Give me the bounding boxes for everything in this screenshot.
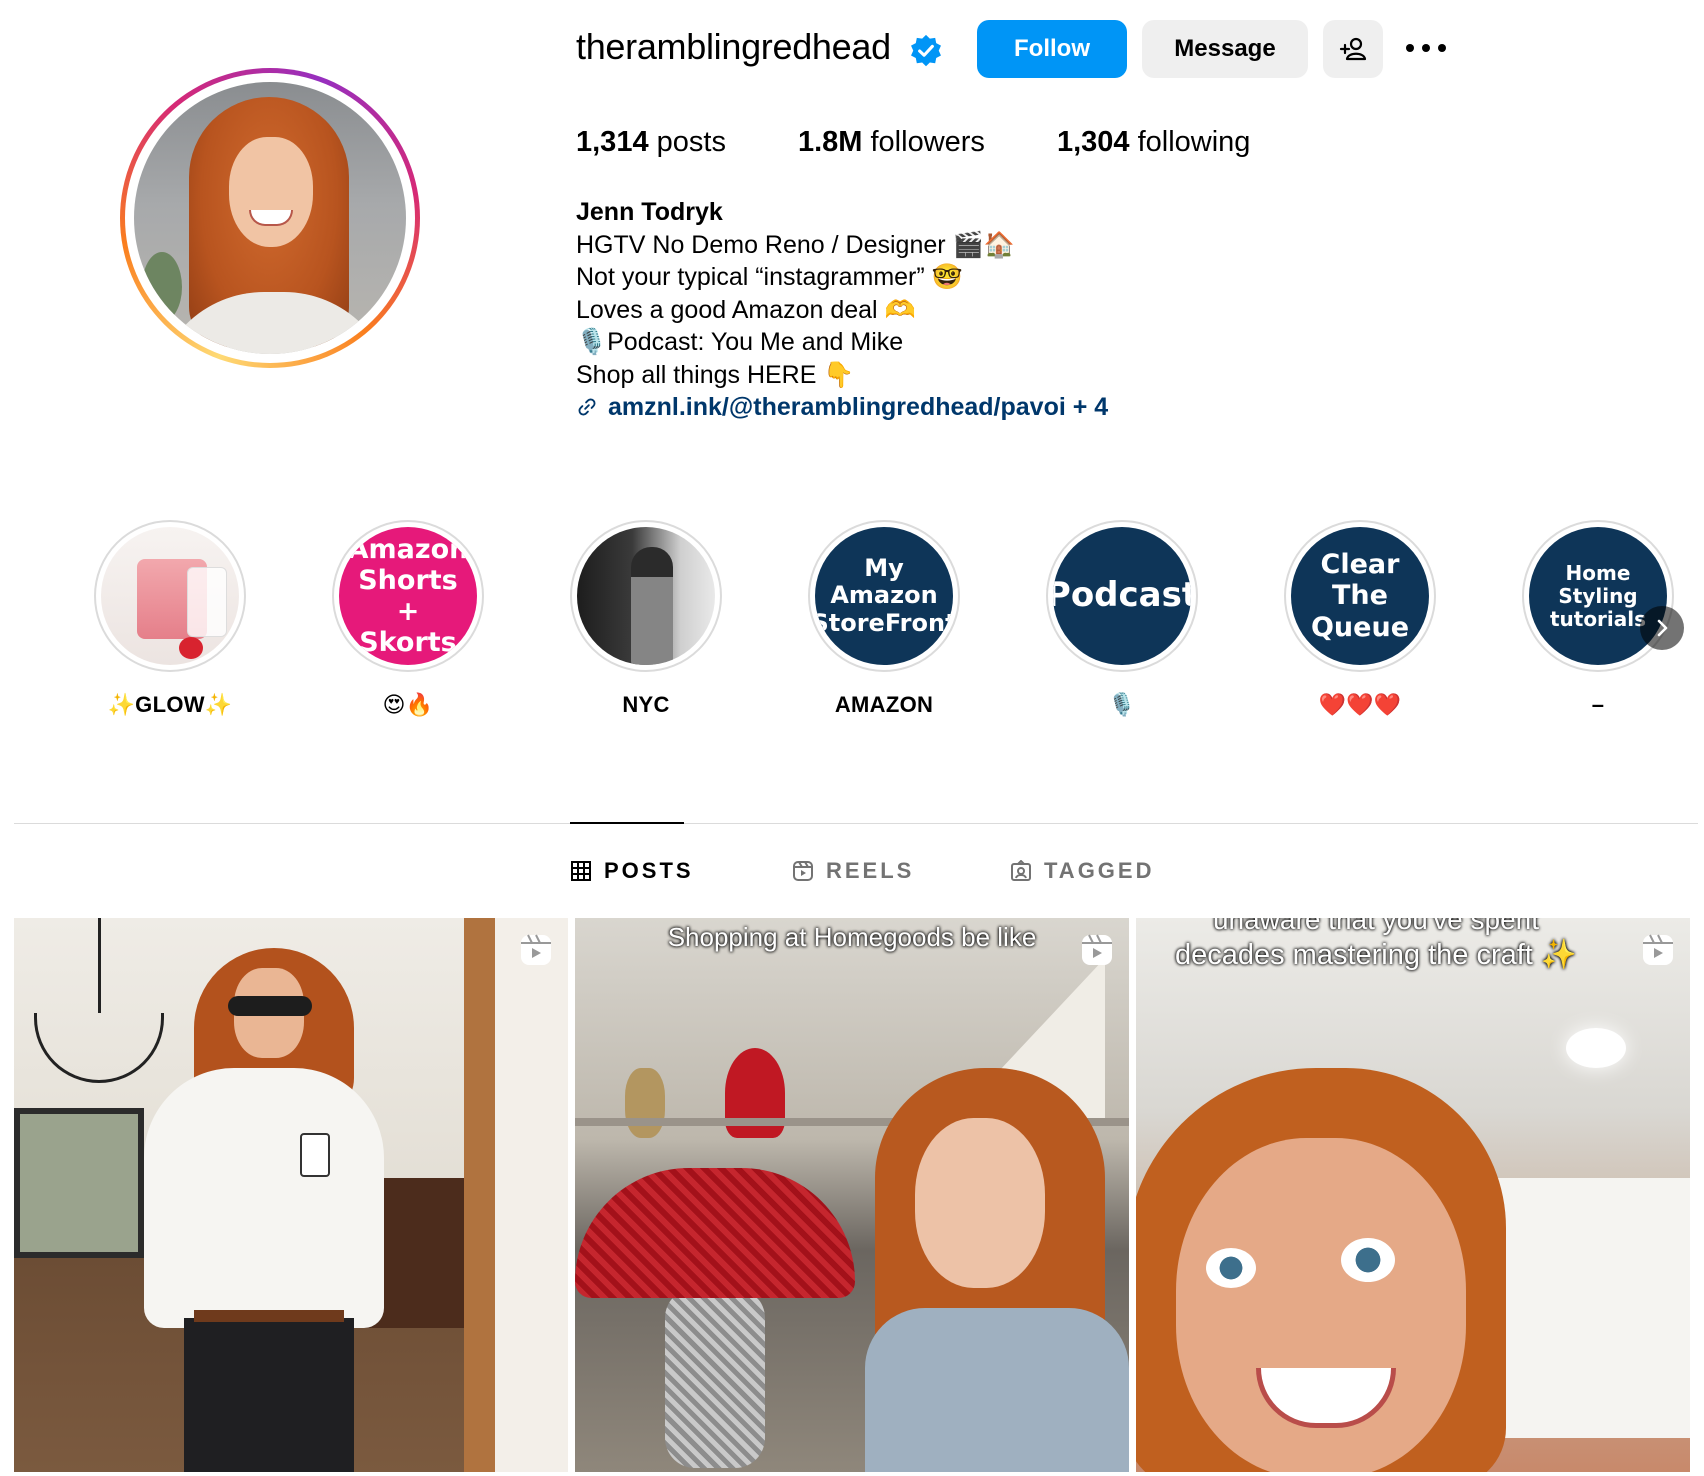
grid-icon bbox=[571, 861, 591, 881]
follow-button[interactable]: Follow bbox=[977, 20, 1127, 78]
highlight-label: AMAZON bbox=[834, 692, 934, 717]
bio-line: 🎙️Podcast: You Me and Mike bbox=[576, 328, 904, 356]
more-options-icon[interactable] bbox=[1406, 38, 1448, 58]
reel-icon bbox=[1082, 934, 1112, 965]
post-thumbnail[interactable]: Shopping at Homegoods be like bbox=[575, 918, 1129, 1472]
bio-line: Loves a good Amazon deal 🫶 bbox=[576, 295, 916, 324]
highlight-cover: Amazon Shorts + Skorts bbox=[339, 527, 477, 665]
highlight-shorts-skorts[interactable]: Amazon Shorts + Skorts 😍🔥 bbox=[328, 520, 488, 718]
tabs-divider bbox=[14, 823, 1698, 824]
tab-tagged[interactable]: TAGGED bbox=[1010, 858, 1154, 884]
highlight-cover bbox=[101, 527, 239, 665]
post-overlay-text-top: unaware that you've spent bbox=[1212, 918, 1539, 935]
tab-posts[interactable]: POSTS bbox=[570, 858, 694, 884]
followers-stat[interactable]: 1.8M followers bbox=[798, 126, 985, 159]
bio-line: Shop all things HERE 👇 bbox=[576, 360, 855, 389]
highlight-clear-the-queue[interactable]: Clear The Queue ❤️❤️❤️ bbox=[1280, 520, 1440, 718]
highlight-label: ✨GLOW✨ bbox=[107, 692, 233, 717]
tab-reels[interactable]: REELS bbox=[792, 858, 914, 884]
bio-link-text[interactable]: amznl.ink/@theramblingredhead/pavoi + 4 bbox=[608, 391, 1108, 424]
highlight-cover-text: Amazon Shorts + Skorts bbox=[347, 533, 469, 659]
reel-icon bbox=[1643, 934, 1673, 965]
tagged-icon bbox=[1011, 860, 1031, 881]
highlight-label: ❤️❤️❤️ bbox=[1318, 692, 1402, 717]
highlight-label: – bbox=[1591, 692, 1605, 717]
suggested-users-button[interactable] bbox=[1323, 20, 1383, 78]
highlight-cover-text: Clear The Queue bbox=[1310, 549, 1410, 643]
tab-posts-label: POSTS bbox=[604, 858, 694, 883]
highlight-nyc[interactable]: NYC bbox=[566, 520, 726, 718]
post-overlay-text: decades mastering the craft ✨ bbox=[1174, 939, 1578, 971]
highlight-cover: My Amazon StoreFront bbox=[815, 527, 953, 665]
posts-stat[interactable]: 1,314 posts bbox=[576, 126, 726, 159]
link-icon bbox=[578, 398, 596, 416]
highlight-cover-text: My Amazon StoreFront bbox=[815, 553, 953, 637]
avatar-photo bbox=[134, 82, 406, 354]
highlight-cover: Podcast bbox=[1053, 527, 1191, 665]
message-button[interactable]: Message bbox=[1142, 20, 1308, 78]
active-tab-indicator bbox=[570, 822, 684, 824]
highlight-glow[interactable]: ✨GLOW✨ bbox=[90, 520, 250, 718]
reel-icon bbox=[521, 934, 551, 965]
highlight-podcast[interactable]: Podcast 🎙️ bbox=[1042, 520, 1202, 718]
bio-line: Not your typical “instagrammer” 🤓 bbox=[576, 263, 963, 291]
tab-reels-label: REELS bbox=[826, 858, 915, 883]
chevron-right-icon bbox=[1657, 619, 1668, 637]
post-overlay-text: Shopping at Homegoods be like bbox=[667, 922, 1037, 952]
highlight-cover: Clear The Queue bbox=[1291, 527, 1429, 665]
profile-username: theramblingredhead bbox=[576, 26, 891, 67]
highlight-amazon[interactable]: My Amazon StoreFront AMAZON bbox=[804, 520, 964, 718]
profile-avatar[interactable] bbox=[120, 68, 420, 368]
highlight-label: 🎙️ bbox=[1108, 692, 1136, 717]
profile-bio: Jenn Todryk HGTV No Demo Reno / Designer… bbox=[576, 196, 1108, 424]
verified-badge-icon bbox=[911, 34, 941, 67]
highlights-next-button[interactable] bbox=[1640, 606, 1684, 650]
bio-full-name: Jenn Todryk bbox=[576, 198, 723, 226]
bio-line: HGTV No Demo Reno / Designer 🎬🏠 bbox=[576, 230, 1015, 259]
profile-stats: 1,314 posts 1.8M followers 1,304 followi… bbox=[576, 126, 1322, 159]
bio-link[interactable]: amznl.ink/@theramblingredhead/pavoi + 4 bbox=[576, 391, 1108, 424]
following-stat[interactable]: 1,304 following bbox=[1057, 126, 1250, 159]
highlight-label: NYC bbox=[622, 692, 670, 717]
highlight-cover bbox=[577, 527, 715, 665]
post-thumbnail[interactable] bbox=[14, 918, 568, 1472]
post-thumbnail[interactable]: unaware that you've spent decades master… bbox=[1136, 918, 1690, 1472]
add-user-icon bbox=[1339, 37, 1367, 61]
highlight-label: 😍🔥 bbox=[382, 692, 434, 717]
reels-icon bbox=[793, 861, 813, 881]
tab-tagged-label: TAGGED bbox=[1044, 858, 1155, 883]
highlight-cover-text: Podcast bbox=[1053, 575, 1191, 616]
